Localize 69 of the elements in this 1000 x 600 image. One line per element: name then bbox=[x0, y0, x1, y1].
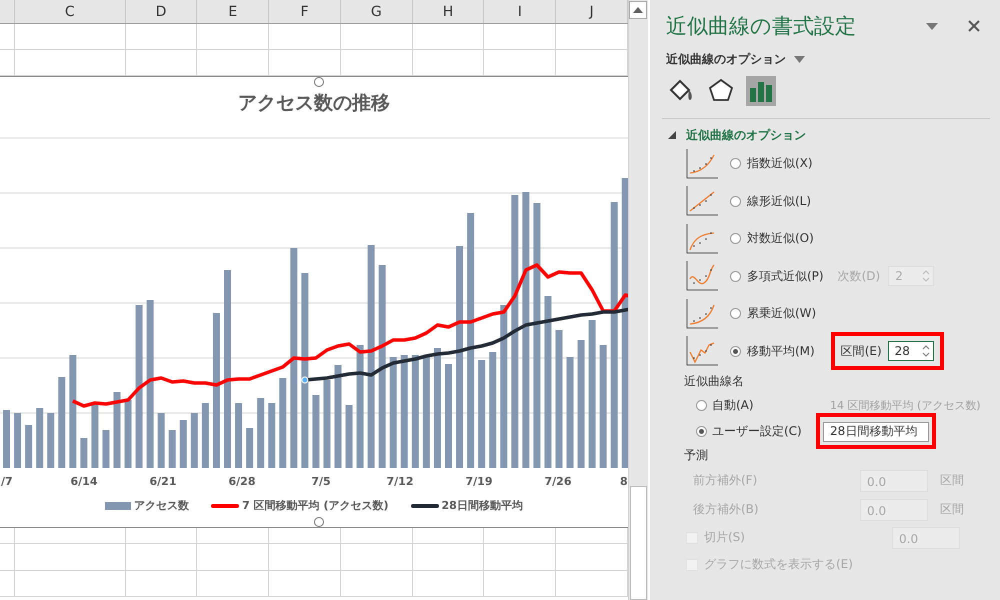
chart-title: アクセス数の推移 bbox=[238, 91, 390, 116]
radio-button[interactable] bbox=[730, 346, 741, 357]
order-label: 次数(D) bbox=[838, 268, 880, 285]
trendline-type-icon bbox=[686, 186, 718, 216]
period-spin-field[interactable]: 28 bbox=[888, 341, 934, 362]
forecast-label: 前方補外(F) bbox=[693, 472, 758, 489]
column-header[interactable]: H bbox=[412, 0, 484, 23]
chart-area[interactable]: アクセス数の推移 /7 6/14 6/21 6/28 7/5 7/12 7/19 7/26 8 アクセス数 7 区間移動平均 (アクセス数) 28日間移動平均 bbox=[0, 76, 628, 528]
collapse-icon[interactable] bbox=[668, 131, 676, 139]
column-header[interactable]: I bbox=[484, 0, 556, 23]
spin-arrows-icon bbox=[922, 269, 930, 284]
options-menu[interactable]: 近似曲線のオプション bbox=[666, 50, 786, 68]
option-label[interactable]: 移動平均(M) bbox=[747, 342, 815, 360]
axis-label: 7/19 bbox=[466, 475, 492, 488]
axis-label: 6/28 bbox=[228, 475, 256, 488]
dropdown-icon[interactable] bbox=[794, 56, 805, 62]
radio-button[interactable] bbox=[696, 400, 707, 410]
column-header[interactable]: E bbox=[197, 0, 270, 23]
option-label[interactable]: 多項式近似(P) bbox=[747, 268, 824, 285]
pentagon-icon bbox=[708, 78, 734, 104]
radio-button[interactable] bbox=[730, 308, 741, 320]
close-icon[interactable] bbox=[968, 20, 980, 32]
group-label: 近似曲線名 bbox=[683, 373, 745, 390]
up-arrow-icon bbox=[633, 7, 643, 13]
period-label: 区間(E) bbox=[840, 342, 882, 360]
radio-button[interactable] bbox=[696, 426, 707, 436]
axis-label: 7/5 bbox=[311, 475, 331, 488]
unit-label: 区間 bbox=[940, 472, 964, 489]
option-label[interactable]: 対数近似(O) bbox=[747, 230, 814, 248]
trendline-type-icon bbox=[686, 298, 718, 329]
option-label[interactable]: 線形近似(L) bbox=[747, 192, 812, 210]
section-header[interactable]: 近似曲線のオプション bbox=[686, 126, 806, 144]
axis-label: 7/26 bbox=[544, 475, 572, 488]
axis-label: /7 bbox=[1, 475, 13, 488]
group-label: 予測 bbox=[683, 447, 709, 464]
trendline-type-icon bbox=[686, 336, 718, 366]
dropdown-icon[interactable] bbox=[926, 22, 938, 30]
radio-button[interactable] bbox=[730, 270, 741, 282]
column-header[interactable]: F bbox=[269, 0, 341, 23]
data-point-marker[interactable] bbox=[301, 376, 308, 384]
option-label[interactable]: ユーザー設定(C) bbox=[712, 422, 816, 440]
option-label[interactable]: 累乗近似(W) bbox=[747, 305, 816, 322]
axis-label: 8 bbox=[620, 475, 628, 488]
scrollbar-thumb[interactable] bbox=[630, 486, 647, 600]
option-label[interactable]: 自動(A) bbox=[712, 396, 816, 414]
pane-title: 近似曲線の書式設定 bbox=[666, 13, 857, 40]
scrollbar[interactable] bbox=[628, 0, 648, 600]
trendline-type-icon bbox=[686, 261, 718, 292]
column-header[interactable]: D bbox=[126, 0, 198, 23]
axis-label: 6/14 bbox=[70, 475, 98, 488]
radio-button[interactable] bbox=[730, 196, 741, 207]
scroll-up-button[interactable] bbox=[629, 1, 647, 19]
axis-label: 6/21 bbox=[150, 475, 176, 488]
auto-name-text: 14 区間移動平均 (アクセス数) bbox=[830, 398, 981, 412]
legend-label: 28日間移動平均 bbox=[442, 498, 523, 513]
forecast-label: 後方補外(B) bbox=[693, 501, 760, 518]
radio-button[interactable] bbox=[730, 158, 741, 170]
name-input-field[interactable]: 28日間移動平均 bbox=[823, 422, 929, 442]
axis-label: 7/12 bbox=[386, 475, 414, 488]
column-header[interactable]: G bbox=[340, 0, 413, 23]
option-label[interactable]: 指数近似(X) bbox=[747, 155, 813, 172]
spin-arrows-icon bbox=[922, 344, 930, 358]
trendline-type-icon bbox=[686, 224, 718, 254]
legend-label: 7 区間移動平均 (アクセス数) bbox=[242, 498, 389, 513]
unit-label: 区間 bbox=[940, 501, 964, 518]
radio-button[interactable] bbox=[730, 233, 741, 244]
trendline-type-icon bbox=[686, 148, 718, 179]
legend-label: アクセス数 bbox=[134, 498, 190, 513]
column-header[interactable]: C bbox=[14, 0, 126, 23]
